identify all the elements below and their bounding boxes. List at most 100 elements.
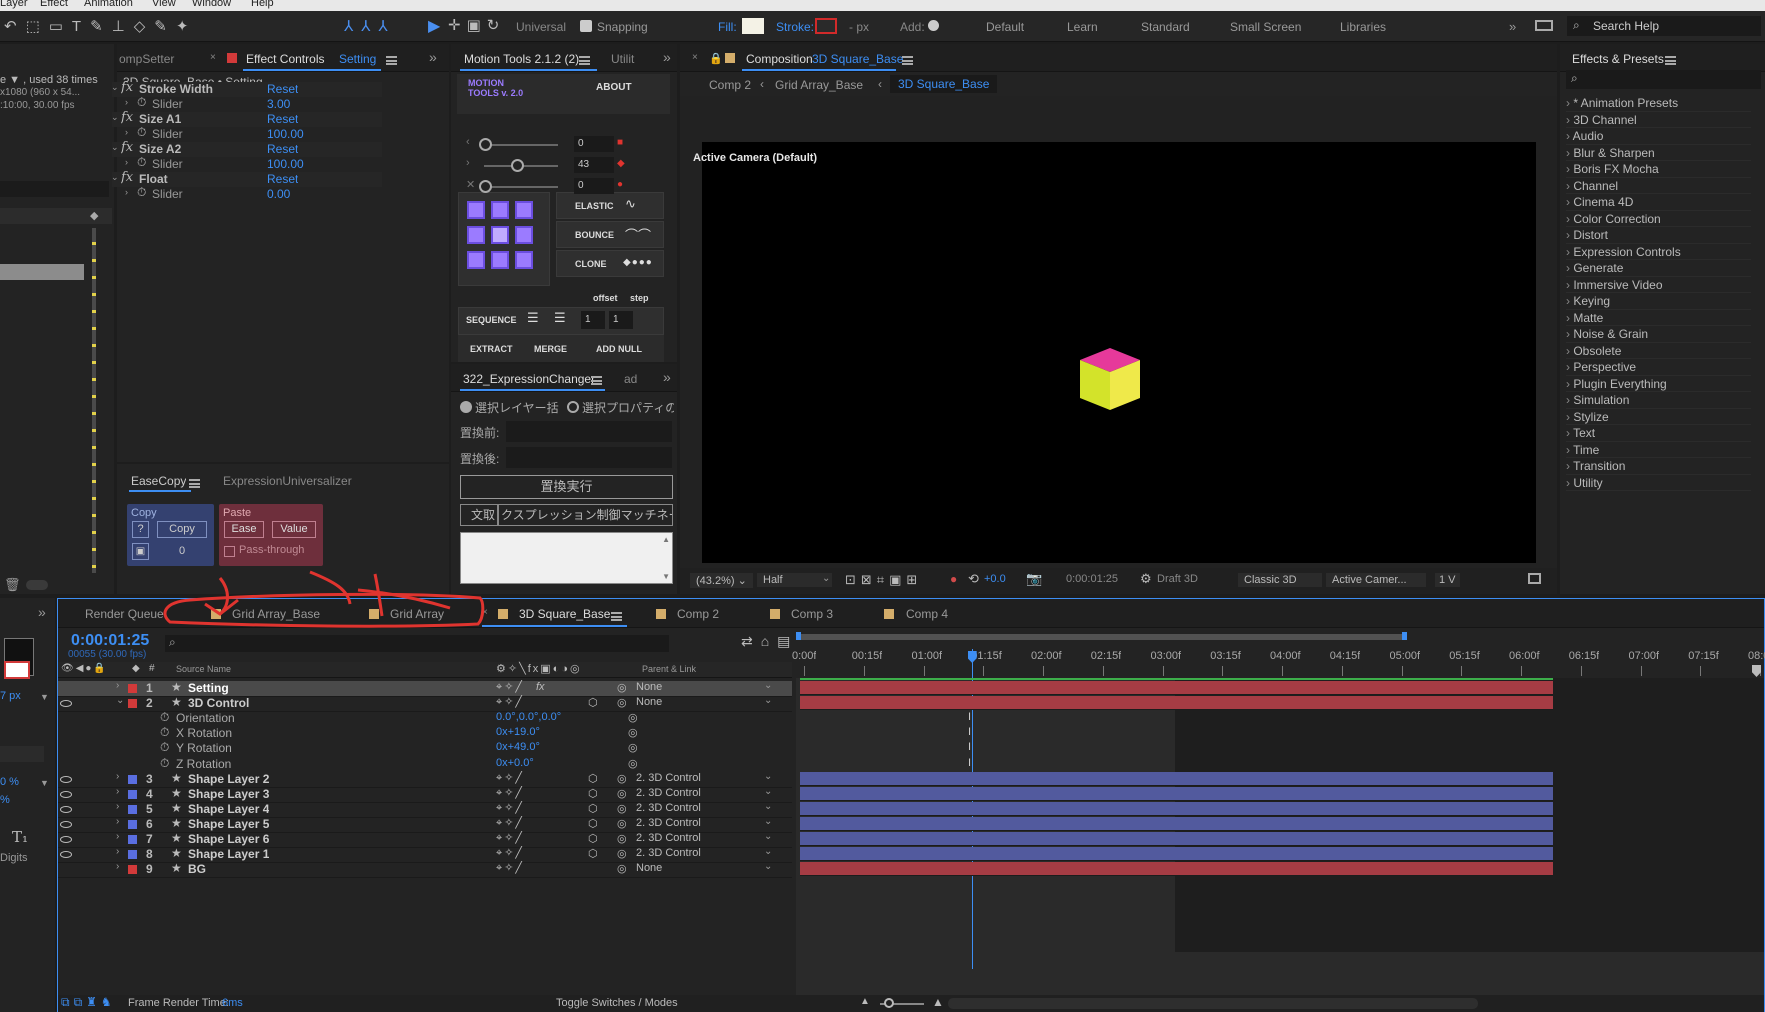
tab-comp3[interactable]: Comp 3 xyxy=(791,607,833,621)
tab-grid-array[interactable]: Grid Array xyxy=(390,607,444,621)
effects-category-item[interactable]: › Matte xyxy=(1566,310,1751,326)
step-input[interactable]: 1 xyxy=(609,311,633,329)
layer-name[interactable]: Shape Layer 1 xyxy=(188,847,269,861)
stopwatch-icon[interactable]: ⏱ xyxy=(137,185,146,200)
add-null-button[interactable]: ADD NULL xyxy=(596,344,642,354)
replace-run-button[interactable]: 置換実行 xyxy=(460,475,673,499)
shape-layer-star-icon[interactable]: ★ xyxy=(171,786,182,800)
menu-layer[interactable]: Layer xyxy=(0,0,28,9)
param-value[interactable]: 3.00 xyxy=(267,97,290,111)
timeline-left-overflow-icon[interactable]: » xyxy=(38,604,46,620)
effect-reset-link[interactable]: Reset xyxy=(267,82,298,96)
sequence-reverse-icon[interactable]: ☰ xyxy=(554,310,566,326)
layer-label-swatch[interactable] xyxy=(128,850,137,860)
pick-whip-icon[interactable]: ◎ xyxy=(617,681,627,694)
copy-help-button[interactable]: ? xyxy=(132,521,149,538)
slider-keyframe-icon[interactable]: ◆ xyxy=(617,158,625,169)
parent-select[interactable]: 2. 3D Control xyxy=(636,802,772,814)
expression-pick-whip-icon[interactable]: ◎ xyxy=(628,711,638,724)
motion-tools-overflow-icon[interactable]: » xyxy=(663,49,671,65)
tab-motion-tools[interactable]: Motion Tools 2.1.2 (2) xyxy=(464,52,579,66)
effects-presets-menu-icon[interactable] xyxy=(1665,54,1676,68)
slider-keyframe-icon[interactable]: ■ xyxy=(617,137,623,148)
parent-chevron-icon[interactable]: ⌄ xyxy=(764,831,772,842)
tab-ad[interactable]: ad xyxy=(624,372,637,386)
expand-chevron-icon[interactable]: › xyxy=(116,861,119,872)
exposure-value[interactable]: +0.0 xyxy=(984,573,1006,585)
effects-category-item[interactable]: › 3D Channel xyxy=(1566,112,1751,128)
parent-select[interactable]: 2. 3D Control xyxy=(636,847,772,859)
property-stopwatch-icon[interactable]: ⏱ xyxy=(160,740,169,755)
anchor-point-button[interactable] xyxy=(467,226,485,244)
property-stopwatch-icon[interactable]: ⏱ xyxy=(160,756,169,771)
clone-button[interactable]: CLONE ◆●●● xyxy=(556,250,664,277)
timeline-menu-icon[interactable] xyxy=(611,610,622,624)
layer-3d-cube-icon[interactable]: ⬡ xyxy=(588,802,598,815)
visibility-eye-icon[interactable] xyxy=(60,851,72,859)
work-area-end[interactable] xyxy=(1402,632,1407,640)
effects-category-item[interactable]: › Audio xyxy=(1566,128,1751,145)
breadcrumb-grid-array-base[interactable]: Grid Array_Base xyxy=(775,78,863,92)
current-timecode[interactable]: 0:00:01:25 xyxy=(71,632,149,650)
parent-select[interactable]: 2. 3D Control xyxy=(636,787,772,799)
pick-whip-icon[interactable]: ◎ xyxy=(617,832,627,845)
pick-whip-icon[interactable]: ◎ xyxy=(617,817,627,830)
expand-chevron-icon[interactable]: › xyxy=(116,771,119,782)
fx-icon[interactable]: fx xyxy=(121,110,133,125)
effects-category-item[interactable]: › Blur & Sharpen xyxy=(1566,145,1751,161)
anchor-point-button[interactable] xyxy=(467,201,485,219)
work-area-bar[interactable] xyxy=(800,634,1404,640)
scroll-up-icon[interactable]: ▲ xyxy=(662,535,670,544)
work-area-start[interactable] xyxy=(796,632,801,640)
layer-label-swatch[interactable] xyxy=(128,819,137,829)
after-input[interactable] xyxy=(506,447,672,468)
parent-chevron-icon[interactable]: ⌄ xyxy=(764,816,772,827)
visibility-eye-icon[interactable] xyxy=(60,790,72,798)
effects-category-item[interactable]: › Generate xyxy=(1566,260,1751,277)
visibility-eye-icon[interactable] xyxy=(60,700,72,708)
layer-name[interactable]: Shape Layer 4 xyxy=(188,802,269,816)
property-value[interactable]: 0x+19.0° xyxy=(496,726,540,738)
param-value[interactable]: 100.00 xyxy=(267,127,304,141)
layer-name[interactable]: Shape Layer 5 xyxy=(188,817,269,831)
parent-select[interactable]: None xyxy=(636,696,772,708)
menu-view[interactable]: View xyxy=(152,0,176,9)
workspace-small-screen[interactable]: Small Screen xyxy=(1230,20,1301,34)
effects-category-item[interactable]: › Immersive Video xyxy=(1566,277,1751,293)
bounce-button[interactable]: BOUNCE ⌒⌒ xyxy=(556,221,664,248)
tab-expression-universalizer[interactable]: ExpressionUniversalizer xyxy=(223,474,352,488)
stopwatch-icon[interactable]: ⏱ xyxy=(137,95,146,110)
effects-category-item[interactable]: › Stylize xyxy=(1566,409,1751,425)
expand-chevron-icon[interactable]: › xyxy=(116,846,119,857)
sequence-forward-icon[interactable]: ☰ xyxy=(527,310,539,326)
snapping-checkbox[interactable] xyxy=(580,20,592,32)
keyframe-marker-icon[interactable]: I xyxy=(968,711,971,723)
radio-selected-layers[interactable] xyxy=(460,401,472,413)
breadcrumb-comp2[interactable]: Comp 2 xyxy=(709,78,751,92)
property-value[interactable]: 0x+0.0° xyxy=(496,757,534,769)
expand-chevron-icon[interactable]: › xyxy=(116,801,119,812)
text-get-button[interactable]: 文取 xyxy=(460,504,498,526)
slider-handle[interactable] xyxy=(479,180,492,193)
layer-switches-icons[interactable]: ⌖✧╱ xyxy=(496,831,524,845)
resolution-select[interactable]: Half xyxy=(757,573,832,587)
zoom-slider-handle[interactable] xyxy=(884,998,894,1008)
pick-whip-icon[interactable]: ◎ xyxy=(617,772,627,785)
stroke-swatch[interactable] xyxy=(815,18,837,34)
view-options-icons[interactable]: ⊡⊠⌗▣⊞ xyxy=(845,572,922,588)
mt-about-button[interactable]: ABOUT xyxy=(596,82,632,93)
workspace-panel-icon[interactable] xyxy=(1535,20,1553,31)
layer-name[interactable]: Setting xyxy=(188,681,229,695)
parent-select[interactable]: 2. 3D Control xyxy=(636,832,772,844)
strip-percent-1[interactable]: 0 % xyxy=(0,776,19,788)
menu-effect[interactable]: Effect xyxy=(40,0,68,9)
workspace-overflow-icon[interactable]: » xyxy=(1509,19,1516,34)
layer-3d-cube-icon[interactable]: ⬡ xyxy=(588,817,598,830)
camera-select[interactable]: Active Camer... xyxy=(1326,573,1426,587)
layer-label-swatch[interactable] xyxy=(128,699,137,709)
layer-switches-icons[interactable]: ⌖✧╱ xyxy=(496,846,524,860)
shape-layer-star-icon[interactable]: ★ xyxy=(171,831,182,845)
stopwatch-icon[interactable]: ⏱ xyxy=(137,155,146,170)
slider-mode-icon[interactable]: › xyxy=(466,157,470,169)
strip-stroke-px[interactable]: 7 px xyxy=(0,690,21,702)
